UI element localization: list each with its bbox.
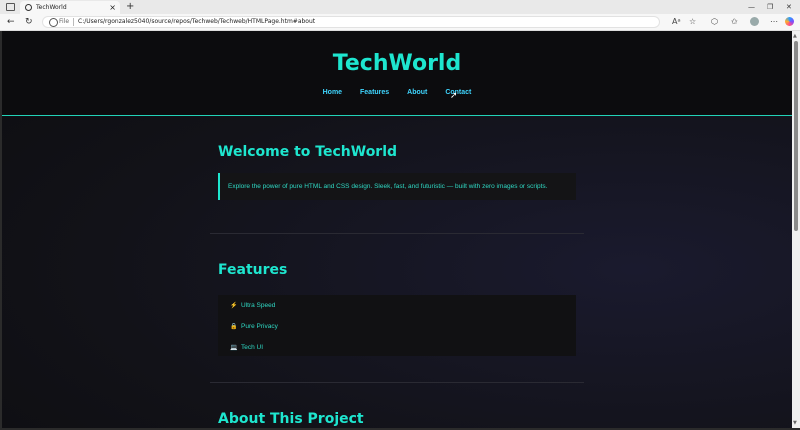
features-heading: Features	[218, 262, 288, 278]
site-header: TechWorld Home Features About Contact ➚	[2, 31, 792, 116]
copilot-icon[interactable]	[785, 17, 794, 26]
minimize-button[interactable]: —	[748, 0, 755, 14]
section-divider	[210, 382, 584, 383]
info-icon[interactable]	[49, 18, 58, 27]
address-bar[interactable]: File C:/Users/rgonzalez5040/source/repos…	[42, 16, 660, 28]
feature-label: Pure Privacy	[241, 323, 278, 330]
scroll-down-icon[interactable]: ▼	[793, 420, 797, 426]
tab-title: TechWorld	[36, 4, 67, 11]
globe-icon	[25, 4, 32, 11]
site-nav: Home Features About Contact	[2, 89, 792, 96]
browser-toolbar: ← ↻ File C:/Users/rgonzalez5040/source/r…	[0, 14, 800, 31]
close-window-button[interactable]: ✕	[786, 0, 792, 14]
lightning-icon: ⚡	[230, 303, 238, 309]
section-divider	[210, 233, 584, 234]
page-scrollbar[interactable]: ▲ ▼	[792, 31, 800, 428]
back-button[interactable]: ←	[7, 16, 15, 28]
feature-item: 🔒 Pure Privacy	[230, 321, 278, 333]
welcome-text: Explore the power of pure HTML and CSS d…	[218, 173, 576, 200]
welcome-heading: Welcome to TechWorld	[218, 144, 398, 160]
about-heading: About This Project	[218, 411, 364, 427]
feature-item: 💻 Tech UI	[230, 342, 263, 354]
feature-item: ⚡ Ultra Speed	[230, 300, 275, 312]
restore-button[interactable]: ❐	[767, 0, 773, 14]
profile-avatar[interactable]	[750, 17, 759, 26]
scroll-thumb[interactable]	[794, 41, 798, 231]
tab-strip: TechWorld × + — ❐ ✕	[0, 0, 800, 14]
nav-link-features[interactable]: Features	[360, 89, 389, 96]
feature-label: Ultra Speed	[241, 302, 276, 309]
refresh-button[interactable]: ↻	[25, 16, 33, 28]
computer-icon: 💻	[230, 345, 238, 351]
favorite-star-icon[interactable]: ☆	[689, 17, 696, 27]
favorites-icon[interactable]: ✩	[731, 17, 738, 27]
browser-tab[interactable]: TechWorld ×	[20, 1, 120, 14]
tab-close-button[interactable]: ×	[109, 1, 116, 14]
address-scheme: File	[59, 18, 70, 25]
scroll-up-icon[interactable]: ▲	[793, 33, 797, 39]
feature-label: Tech UI	[241, 344, 264, 351]
extensions-icon[interactable]: ⬡	[711, 17, 718, 27]
site-title: TechWorld	[332, 51, 462, 76]
address-url[interactable]: C:/Users/rgonzalez5040/source/repos/Tech…	[78, 18, 315, 25]
features-list: ⚡ Ultra Speed 🔒 Pure Privacy 💻 Tech UI	[218, 295, 576, 356]
nav-link-home[interactable]: Home	[323, 89, 342, 96]
lock-icon: 🔒	[230, 324, 238, 330]
new-tab-button[interactable]: +	[126, 0, 134, 14]
address-separator	[73, 18, 74, 26]
more-menu-icon[interactable]: ⋯	[770, 17, 778, 27]
tab-actions-icon[interactable]	[6, 3, 15, 11]
nav-link-about[interactable]: About	[407, 89, 427, 96]
read-aloud-icon[interactable]: Aᵃ	[672, 17, 681, 27]
mouse-cursor-icon: ➚	[450, 90, 458, 100]
page-viewport: TechWorld Home Features About Contact ➚ …	[2, 31, 792, 428]
